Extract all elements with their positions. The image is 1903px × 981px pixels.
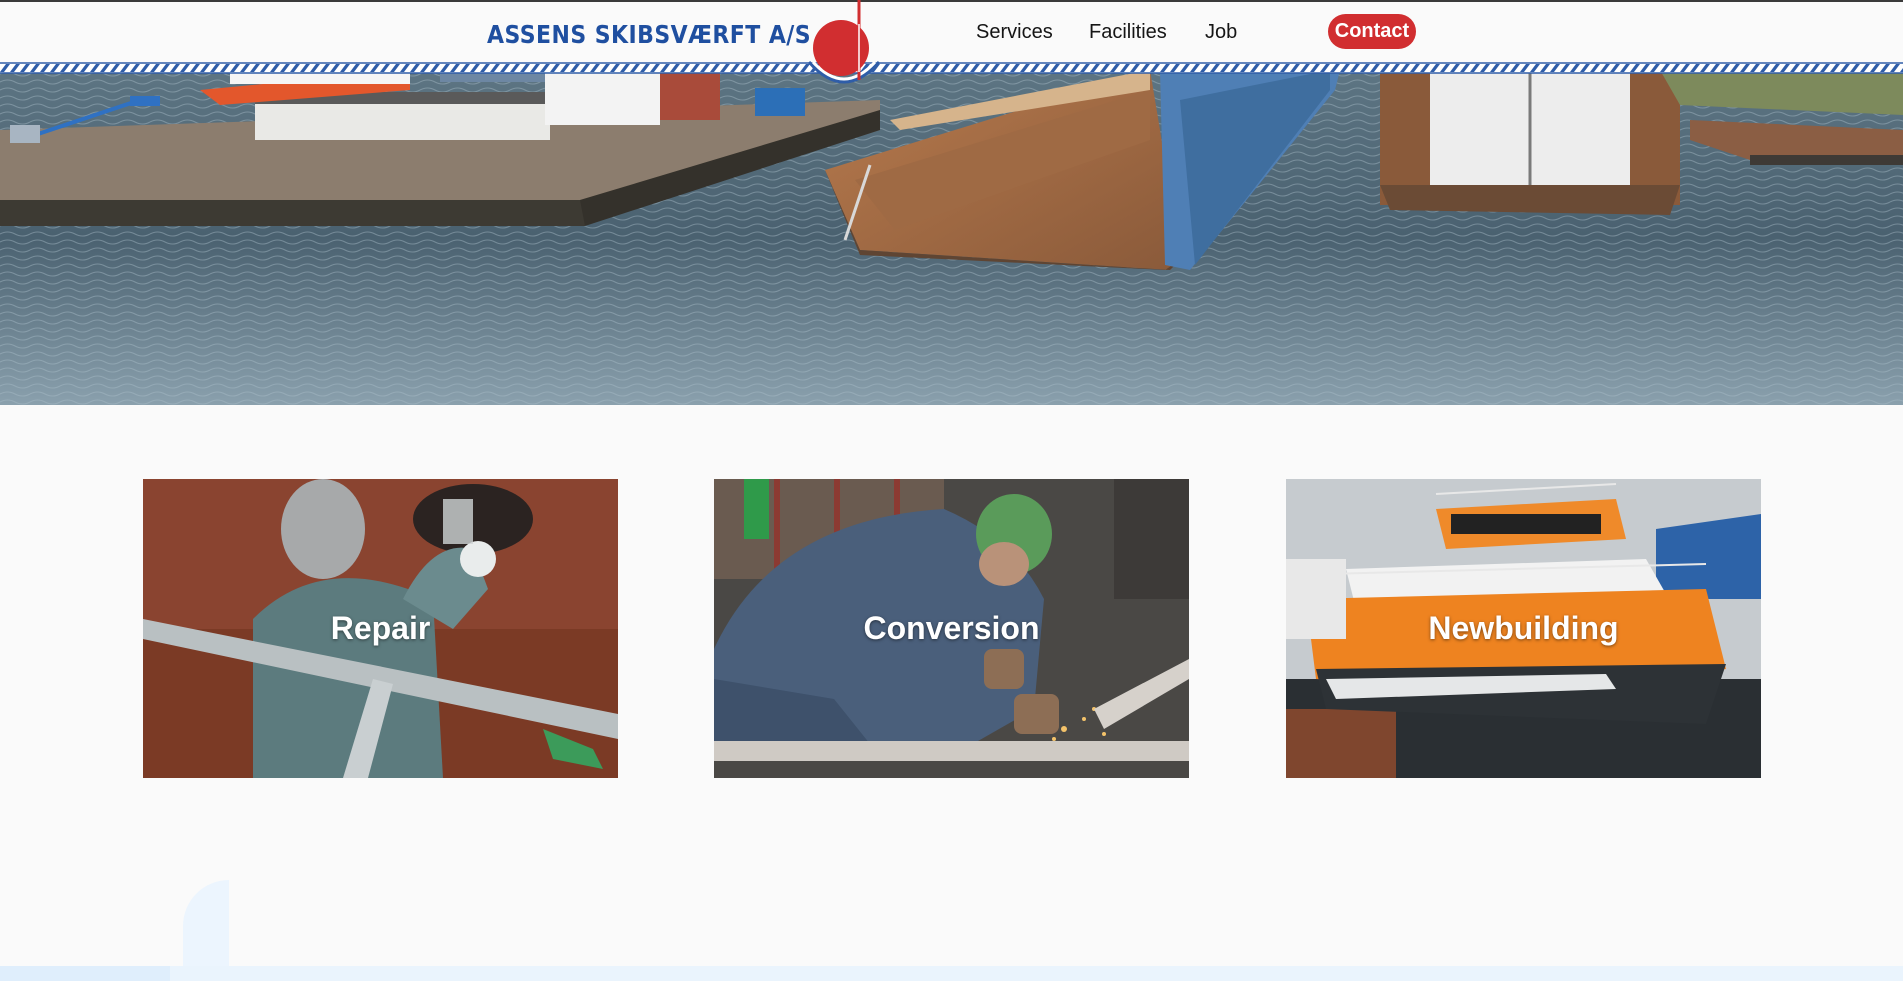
nav-item-job[interactable]: Job bbox=[1205, 20, 1237, 44]
service-card-conversion[interactable]: Conversion bbox=[714, 479, 1189, 778]
footer-strip bbox=[0, 966, 1903, 981]
rope-border-decoration bbox=[0, 62, 1903, 74]
site-logo[interactable]: ASSENS SKIBSVÆRFT A/S bbox=[487, 20, 811, 49]
card-label-newbuilding: Newbuilding bbox=[1428, 610, 1619, 646]
footer-strip-left bbox=[0, 966, 170, 981]
header-top-border bbox=[0, 0, 1903, 2]
service-card-newbuilding[interactable]: Newbuilding bbox=[1286, 479, 1761, 778]
hero-banner bbox=[0, 70, 1903, 405]
site-header: ASSENS SKIBSVÆRFT A/S Services Facilitie… bbox=[0, 0, 1903, 70]
buoy-logo-icon[interactable] bbox=[805, 0, 883, 92]
card-label-repair: Repair bbox=[330, 610, 431, 646]
shipyard-floating-docks-photo bbox=[0, 70, 1903, 405]
service-card-repair[interactable]: Repair bbox=[143, 479, 618, 778]
nav-item-facilities[interactable]: Facilities bbox=[1089, 20, 1167, 44]
contact-button[interactable]: Contact bbox=[1328, 14, 1416, 49]
nav-item-services[interactable]: Services bbox=[976, 20, 1053, 44]
card-label-conversion: Conversion bbox=[863, 610, 1040, 646]
